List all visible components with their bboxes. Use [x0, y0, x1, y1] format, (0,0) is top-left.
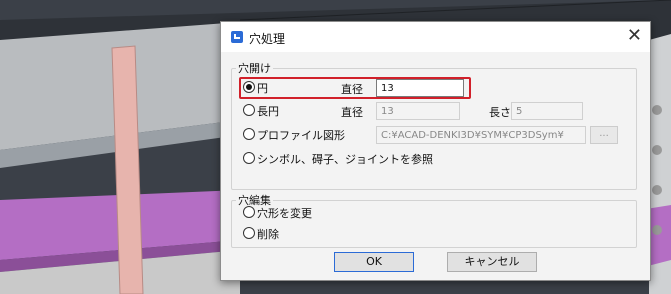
- change-shape-radio[interactable]: [243, 206, 255, 218]
- dialog-title: 穴処理: [249, 32, 286, 46]
- change-shape-label: 穴形を変更: [257, 207, 312, 220]
- close-icon[interactable]: ✕: [627, 26, 642, 46]
- oval-length-input[interactable]: 5: [511, 102, 583, 120]
- oval-diameter-input[interactable]: 13: [376, 102, 460, 120]
- profile-option[interactable]: プロファイル図形: [243, 128, 345, 144]
- profile-path-input[interactable]: C:¥ACAD-DENKI3D¥SYM¥CP3DSym¥: [376, 126, 586, 144]
- symbol-option[interactable]: シンボル、碍子、ジョイントを参照: [243, 152, 433, 168]
- symbol-radio[interactable]: [243, 152, 255, 164]
- profile-browse-button[interactable]: ...: [590, 126, 618, 144]
- change-shape-option[interactable]: 穴形を変更: [243, 206, 312, 222]
- delete-label: 削除: [257, 228, 279, 241]
- hole-open-legend: 穴開け: [238, 62, 271, 75]
- oval-option[interactable]: 長円: [243, 104, 279, 120]
- dialog-titlebar: 穴処理 ✕: [221, 22, 650, 52]
- cancel-button[interactable]: キャンセル: [447, 252, 537, 272]
- delete-radio[interactable]: [243, 227, 255, 239]
- ok-button[interactable]: OK: [334, 252, 414, 272]
- oval-length-label: 長さ: [489, 106, 511, 119]
- oval-radio[interactable]: [243, 104, 255, 116]
- symbol-label: シンボル、碍子、ジョイントを参照: [257, 153, 433, 166]
- app-icon: [231, 31, 243, 43]
- profile-radio[interactable]: [243, 128, 255, 140]
- oval-diameter-label: 直径: [341, 106, 363, 119]
- profile-label: プロファイル図形: [257, 129, 345, 142]
- hole-processing-dialog: 穴処理 ✕ 穴開け 円 直径 13 長円 直径 13 長さ 5 プロファイル図形…: [220, 21, 651, 281]
- delete-option[interactable]: 削除: [243, 227, 279, 243]
- oval-label: 長円: [257, 105, 279, 118]
- red-highlight-box: [239, 77, 471, 99]
